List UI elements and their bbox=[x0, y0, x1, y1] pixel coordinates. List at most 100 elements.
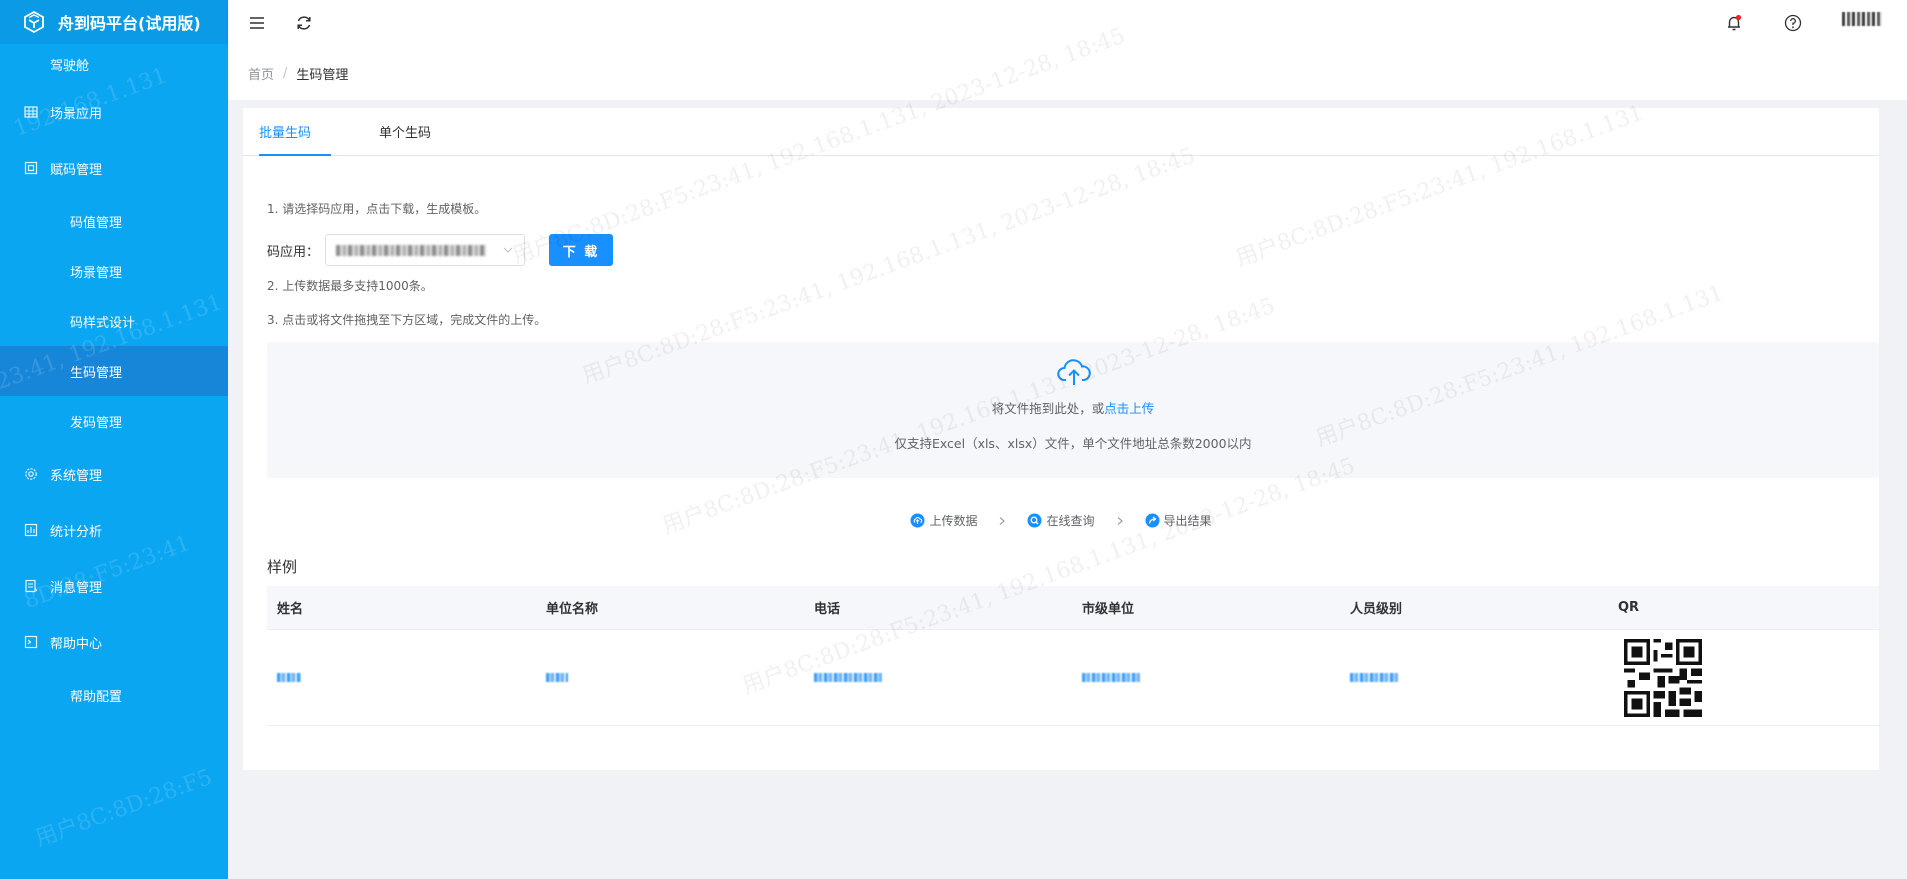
upload-circle-icon bbox=[910, 513, 925, 528]
sidebar-item-statistics[interactable]: 统计分析 bbox=[0, 502, 228, 558]
upload-dropzone[interactable]: 将文件拖到此处，或点击上传 仅支持Excel（xls、xlsx）文件，单个文件地… bbox=[267, 342, 1879, 478]
sidebar-item-label: 码值管理 bbox=[70, 215, 123, 231]
notification-button[interactable] bbox=[1723, 12, 1745, 34]
sidebar-item-cockpit[interactable]: 驾驶舱 bbox=[0, 44, 228, 84]
sidebar-item-message[interactable]: 消息管理 bbox=[0, 558, 228, 614]
sidebar-item-code-value[interactable]: 码值管理 bbox=[0, 196, 228, 246]
gear-icon bbox=[24, 467, 38, 481]
download-button[interactable]: 下 载 bbox=[549, 234, 614, 266]
sidebar-item-label: 驾驶舱 bbox=[50, 58, 90, 74]
column-header-phone: 电话 bbox=[814, 602, 841, 617]
flow-step-query[interactable]: 在线查询 bbox=[1027, 512, 1095, 529]
code-app-row: 码应用： 下 载 bbox=[267, 234, 614, 266]
sidebar-item-label: 统计分析 bbox=[50, 524, 103, 540]
sidebar-item-label: 消息管理 bbox=[50, 580, 103, 596]
redacted-value bbox=[546, 673, 568, 682]
sidebar-item-label: 场景应用 bbox=[50, 106, 103, 122]
search-circle-icon bbox=[1027, 513, 1042, 528]
sidebar-item-label: 系统管理 bbox=[50, 468, 103, 484]
refresh-icon bbox=[297, 16, 311, 30]
sidebar-item-label: 场景管理 bbox=[70, 265, 123, 281]
sidebar-item-help-config[interactable]: 帮助配置 bbox=[0, 670, 228, 720]
hamburger-icon bbox=[250, 17, 264, 29]
refresh-button[interactable] bbox=[293, 12, 315, 34]
cloud-upload-icon bbox=[1057, 359, 1091, 385]
redacted-value bbox=[1082, 673, 1140, 682]
sidebar: 舟到码平台(试用版) 驾驶舱 场景应用 赋码管理 码值管理 场景管理 码样式设计… bbox=[0, 0, 228, 879]
tab-batch-generate[interactable]: 批量生码 bbox=[259, 108, 311, 156]
sidebar-item-scene-manage[interactable]: 场景管理 bbox=[0, 246, 228, 296]
breadcrumb: 首页 / 生码管理 bbox=[228, 46, 1907, 100]
sidebar-item-label: 发码管理 bbox=[70, 415, 123, 431]
tab-single-generate[interactable]: 单个生码 bbox=[379, 108, 431, 156]
top-header bbox=[228, 0, 1907, 46]
question-circle-icon bbox=[1784, 14, 1802, 32]
redacted-value bbox=[336, 244, 487, 256]
column-header-qr: QR bbox=[1618, 600, 1640, 615]
qr-code-icon bbox=[1624, 638, 1702, 717]
logo-icon bbox=[24, 10, 44, 34]
sidebar-item-scene-app[interactable]: 场景应用 bbox=[0, 84, 228, 140]
code-app-select[interactable] bbox=[325, 234, 526, 266]
flow-step-label: 在线查询 bbox=[1046, 514, 1095, 528]
sidebar-item-label: 码样式设计 bbox=[70, 315, 136, 331]
step-1-text: 1. 请选择码应用，点击下载，生成模板。 bbox=[267, 202, 487, 216]
sample-table: 姓名 单位名称 电话 市级单位 人员级别 QR bbox=[267, 586, 1879, 726]
column-header-level: 人员级别 bbox=[1350, 602, 1403, 617]
flow-step-label: 上传数据 bbox=[929, 514, 978, 528]
message-icon bbox=[24, 579, 38, 593]
sidebar-item-system[interactable]: 系统管理 bbox=[0, 446, 228, 502]
flow-step-label: 导出结果 bbox=[1163, 514, 1212, 528]
app-title: 舟到码平台(试用版) bbox=[58, 14, 201, 33]
redacted-value bbox=[1350, 673, 1398, 682]
chevron-right-icon bbox=[1115, 512, 1125, 529]
sidebar-item-code-style[interactable]: 码样式设计 bbox=[0, 296, 228, 346]
table-row bbox=[267, 630, 1879, 726]
sidebar-item-help-center[interactable]: 帮助中心 bbox=[0, 614, 228, 670]
step-2-text: 2. 上传数据最多支持1000条。 bbox=[267, 279, 433, 293]
chevron-right-icon bbox=[997, 512, 1007, 529]
menu-toggle-button[interactable] bbox=[246, 12, 268, 34]
main-card: 批量生码 单个生码 1. 请选择码应用，点击下载，生成模板。 码应用： 下 载 … bbox=[243, 23, 1879, 770]
help-button[interactable] bbox=[1782, 12, 1804, 34]
sidebar-item-code-generate[interactable]: 生码管理 bbox=[0, 346, 228, 396]
sidebar-item-code-assign[interactable]: 赋码管理 bbox=[0, 140, 228, 196]
breadcrumb-home[interactable]: 首页 bbox=[248, 64, 274, 83]
process-flow: 上传数据 在线查询 导出结果 bbox=[243, 512, 1879, 529]
step-3-text: 3. 点击或将文件拖拽至下方区域，完成文件的上传。 bbox=[267, 313, 547, 327]
user-avatar[interactable] bbox=[1842, 12, 1882, 26]
sidebar-item-label: 赋码管理 bbox=[50, 162, 103, 178]
square-icon bbox=[24, 161, 38, 175]
sidebar-item-code-issue[interactable]: 发码管理 bbox=[0, 396, 228, 446]
upload-instruction: 将文件拖到此处，或点击上传 bbox=[267, 398, 1879, 417]
table-header: 姓名 单位名称 电话 市级单位 人员级别 QR bbox=[267, 586, 1879, 630]
cell-name bbox=[267, 630, 536, 726]
upload-hint: 仅支持Excel（xls、xlsx）文件，单个文件地址总条数2000以内 bbox=[894, 436, 1252, 451]
chevron-down-icon bbox=[503, 247, 513, 253]
column-header-city-unit: 市级单位 bbox=[1082, 602, 1135, 617]
tab-bar: 批量生码 单个生码 bbox=[243, 108, 1879, 156]
cell-qr bbox=[1608, 630, 1879, 726]
upload-drag-text: 将文件拖到此处，或 bbox=[991, 401, 1105, 416]
breadcrumb-separator: / bbox=[283, 65, 288, 81]
redacted-value bbox=[277, 673, 301, 682]
column-header-unit: 单位名称 bbox=[546, 602, 599, 617]
bell-icon bbox=[1728, 14, 1742, 31]
cell-unit bbox=[536, 630, 804, 726]
export-circle-icon bbox=[1145, 513, 1159, 528]
sidebar-item-label: 帮助中心 bbox=[50, 636, 103, 652]
redacted-value bbox=[814, 673, 882, 682]
flow-step-export[interactable]: 导出结果 bbox=[1145, 512, 1212, 529]
watermark: 用户8C:8D:28:F5 bbox=[32, 764, 216, 852]
sample-title: 样例 bbox=[267, 558, 298, 576]
brand[interactable]: 舟到码平台(试用版) bbox=[0, 0, 228, 44]
cell-phone bbox=[804, 630, 1072, 726]
flow-step-upload[interactable]: 上传数据 bbox=[910, 512, 977, 529]
upload-click-link[interactable]: 点击上传 bbox=[1104, 401, 1154, 416]
cell-city-unit bbox=[1072, 630, 1340, 726]
grid-icon bbox=[24, 105, 38, 119]
sidebar-item-label: 生码管理 bbox=[70, 365, 123, 381]
terminal-icon bbox=[24, 635, 38, 649]
tab-active-indicator bbox=[259, 154, 331, 156]
sidebar-item-label: 帮助配置 bbox=[70, 689, 123, 705]
